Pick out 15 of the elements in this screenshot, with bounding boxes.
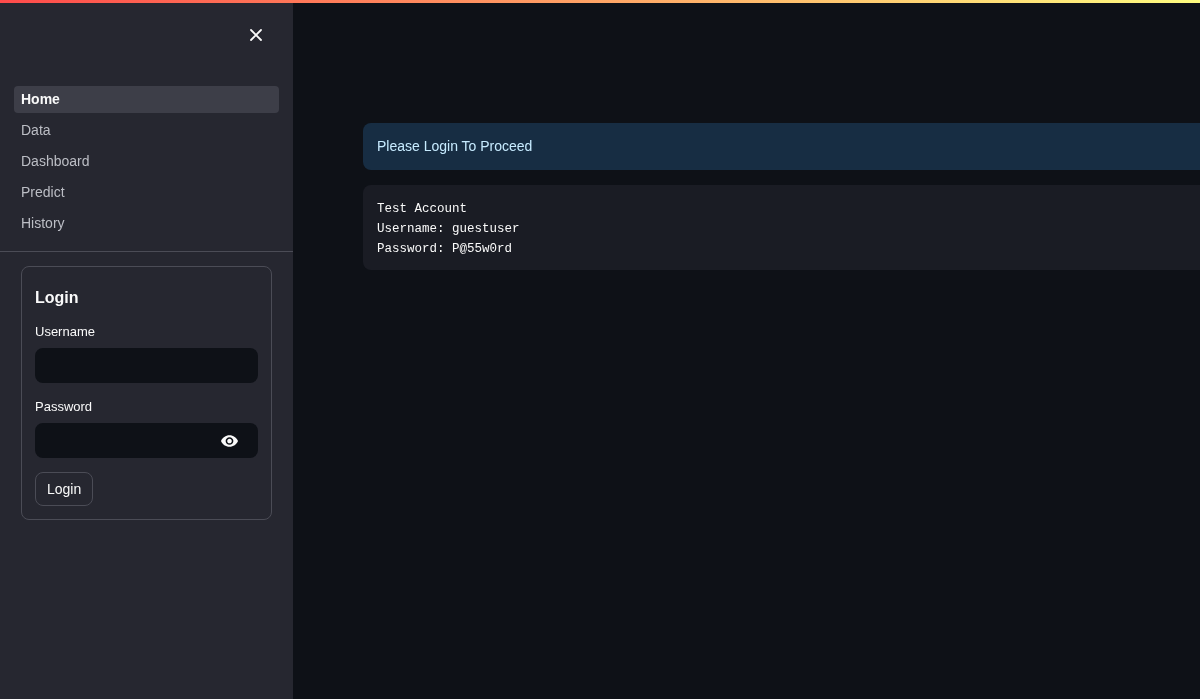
field-label: Username: [35, 323, 95, 341]
info-message: Please Login To Proceed: [363, 123, 1200, 170]
nav-item[interactable]: Data: [14, 117, 279, 144]
code-block: Test Account Username: guestuser Password: P@55w0rd: [363, 185, 1200, 270]
nav-item[interactable]: Predict: [14, 179, 279, 206]
close-icon[interactable]: [250, 29, 262, 41]
nav-item[interactable]: Home: [14, 86, 279, 113]
username-field[interactable]: [35, 348, 258, 383]
nav-item[interactable]: Dashboard: [14, 148, 279, 175]
login-button[interactable]: Login: [35, 472, 94, 506]
eye-icon[interactable]: [221, 434, 238, 447]
password-field[interactable]: [35, 423, 258, 458]
form-title: Login: [35, 288, 79, 308]
field-label: Password: [35, 398, 93, 416]
nav-item[interactable]: History: [14, 210, 279, 237]
